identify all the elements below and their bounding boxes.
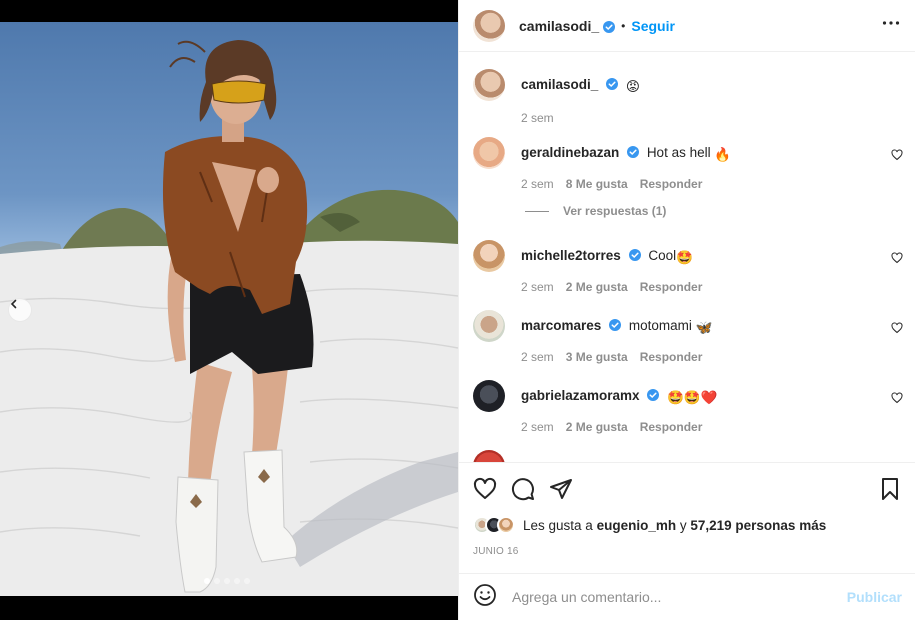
- post-header: camilasodi_ • Seguir: [459, 0, 915, 52]
- photo-illustration: [0, 40, 458, 596]
- verified-icon: [647, 388, 660, 401]
- carousel-dot: [244, 578, 250, 584]
- likes-count[interactable]: 57,219 personas más: [690, 518, 826, 533]
- comments-list[interactable]: camilasodi_ 😡 2 sem geraldinebazan Hot a…: [459, 53, 915, 462]
- view-replies-button[interactable]: Ver respuestas (1): [525, 204, 666, 218]
- caption: camilasodi_ 😡 2 sem: [473, 69, 903, 125]
- publish-button[interactable]: Publicar: [847, 589, 902, 605]
- reply-button[interactable]: Responder: [640, 280, 703, 294]
- bookmark-icon[interactable]: [878, 477, 902, 501]
- post-media[interactable]: [0, 0, 458, 620]
- comment-time[interactable]: 2 sem: [521, 177, 554, 191]
- comment-likes[interactable]: 2 Me gusta: [566, 280, 628, 294]
- likes-summary: Les gusta a eugenio_mh y 57,219 personas…: [473, 516, 902, 534]
- avatar[interactable]: [473, 137, 505, 169]
- carousel-prev-button[interactable]: [8, 298, 32, 322]
- comment-time[interactable]: 2 sem: [521, 350, 554, 364]
- separator-dot: •: [621, 18, 626, 33]
- likes-user[interactable]: eugenio_mh: [597, 518, 677, 533]
- carousel-dot: [224, 578, 230, 584]
- comment-item: marcomares motomami 🦋 2 sem 3 Me gusta R…: [473, 310, 903, 364]
- comment-like-heart-icon[interactable]: [891, 251, 903, 269]
- verified-icon: [628, 248, 641, 261]
- comment-username[interactable]: marcomares: [521, 318, 601, 333]
- reply-button[interactable]: Responder: [640, 420, 703, 434]
- carousel-dots: [204, 578, 250, 584]
- verified-icon: [627, 145, 640, 158]
- comment-emoji: 🦋: [695, 320, 713, 335]
- verified-icon: [603, 20, 616, 33]
- reply-button[interactable]: Responder: [640, 350, 703, 364]
- comment-likes[interactable]: 2 Me gusta: [566, 420, 628, 434]
- avatar[interactable]: [473, 450, 505, 462]
- avatar[interactable]: [473, 240, 505, 272]
- caption-text: 😡: [625, 79, 640, 94]
- comment-like-heart-icon[interactable]: [891, 391, 903, 409]
- avatar[interactable]: [473, 380, 505, 412]
- more-icon[interactable]: [881, 13, 901, 38]
- carousel-dot: [234, 578, 240, 584]
- comment-like-heart-icon[interactable]: [891, 321, 903, 339]
- post-photo: [0, 22, 458, 596]
- comment-username[interactable]: camilasodi_: [521, 77, 598, 92]
- share-icon[interactable]: [549, 477, 573, 501]
- avatar[interactable]: [473, 9, 505, 42]
- likes-connector: y: [679, 517, 687, 533]
- comment-likes[interactable]: 3 Me gusta: [566, 350, 628, 364]
- comment-item: gabrielazamoramx 🤩🤩❤️ 2 sem 2 Me gusta R…: [473, 380, 903, 434]
- post-date[interactable]: JUNIO 16: [473, 546, 902, 557]
- comment-time[interactable]: 2 sem: [521, 111, 554, 125]
- comment-emoji: 🔥: [714, 147, 732, 162]
- verified-icon: [609, 318, 622, 331]
- comment-emoji: 🤩🤩❤️: [667, 390, 718, 405]
- likes-prefix: Les gusta a: [523, 517, 593, 533]
- carousel-dot: [204, 578, 210, 584]
- carousel-dot: [214, 578, 220, 584]
- avatar[interactable]: [473, 69, 505, 101]
- comment-input[interactable]: Agrega un comentario...: [512, 589, 847, 605]
- comment-username[interactable]: geraldinebazan: [521, 145, 619, 160]
- post-side-panel: camilasodi_ • Seguir camilasodi_ 😡 2 sem…: [458, 0, 915, 620]
- heart-icon[interactable]: [473, 477, 497, 501]
- comment-text: motomami: [628, 318, 692, 333]
- comment-time[interactable]: 2 sem: [521, 280, 554, 294]
- avatar: [497, 516, 515, 534]
- avatar[interactable]: [473, 310, 505, 342]
- comment-likes[interactable]: 8 Me gusta: [566, 177, 628, 191]
- comment-time[interactable]: 2 sem: [521, 420, 554, 434]
- comment-item-partial: [473, 450, 903, 462]
- view-replies-label[interactable]: Ver respuestas (1): [563, 204, 666, 218]
- comment-item: michelle2torres Cool🤩 2 sem 2 Me gusta R…: [473, 240, 903, 294]
- comment-text: Hot as hell: [646, 145, 711, 160]
- author-username[interactable]: camilasodi_: [519, 18, 599, 34]
- comment-composer: Agrega un comentario... Publicar: [459, 573, 915, 620]
- comment-like-heart-icon[interactable]: [891, 148, 903, 166]
- comment-icon[interactable]: [511, 477, 535, 501]
- comment-username[interactable]: gabrielazamoramx: [521, 388, 640, 403]
- comment-username[interactable]: michelle2torres: [521, 248, 621, 263]
- comment-item: geraldinebazan Hot as hell 🔥 2 sem 8 Me …: [473, 137, 903, 191]
- smile-icon[interactable]: [473, 583, 497, 612]
- liker-avatars: [473, 516, 515, 534]
- reply-button[interactable]: Responder: [640, 177, 703, 191]
- comment-emoji: 🤩: [676, 250, 693, 265]
- follow-button[interactable]: Seguir: [631, 18, 675, 34]
- verified-icon: [606, 77, 619, 90]
- comment-text: Cool: [648, 248, 677, 263]
- replies-line: [525, 210, 549, 212]
- post-actions: Les gusta a eugenio_mh y 57,219 personas…: [459, 462, 915, 557]
